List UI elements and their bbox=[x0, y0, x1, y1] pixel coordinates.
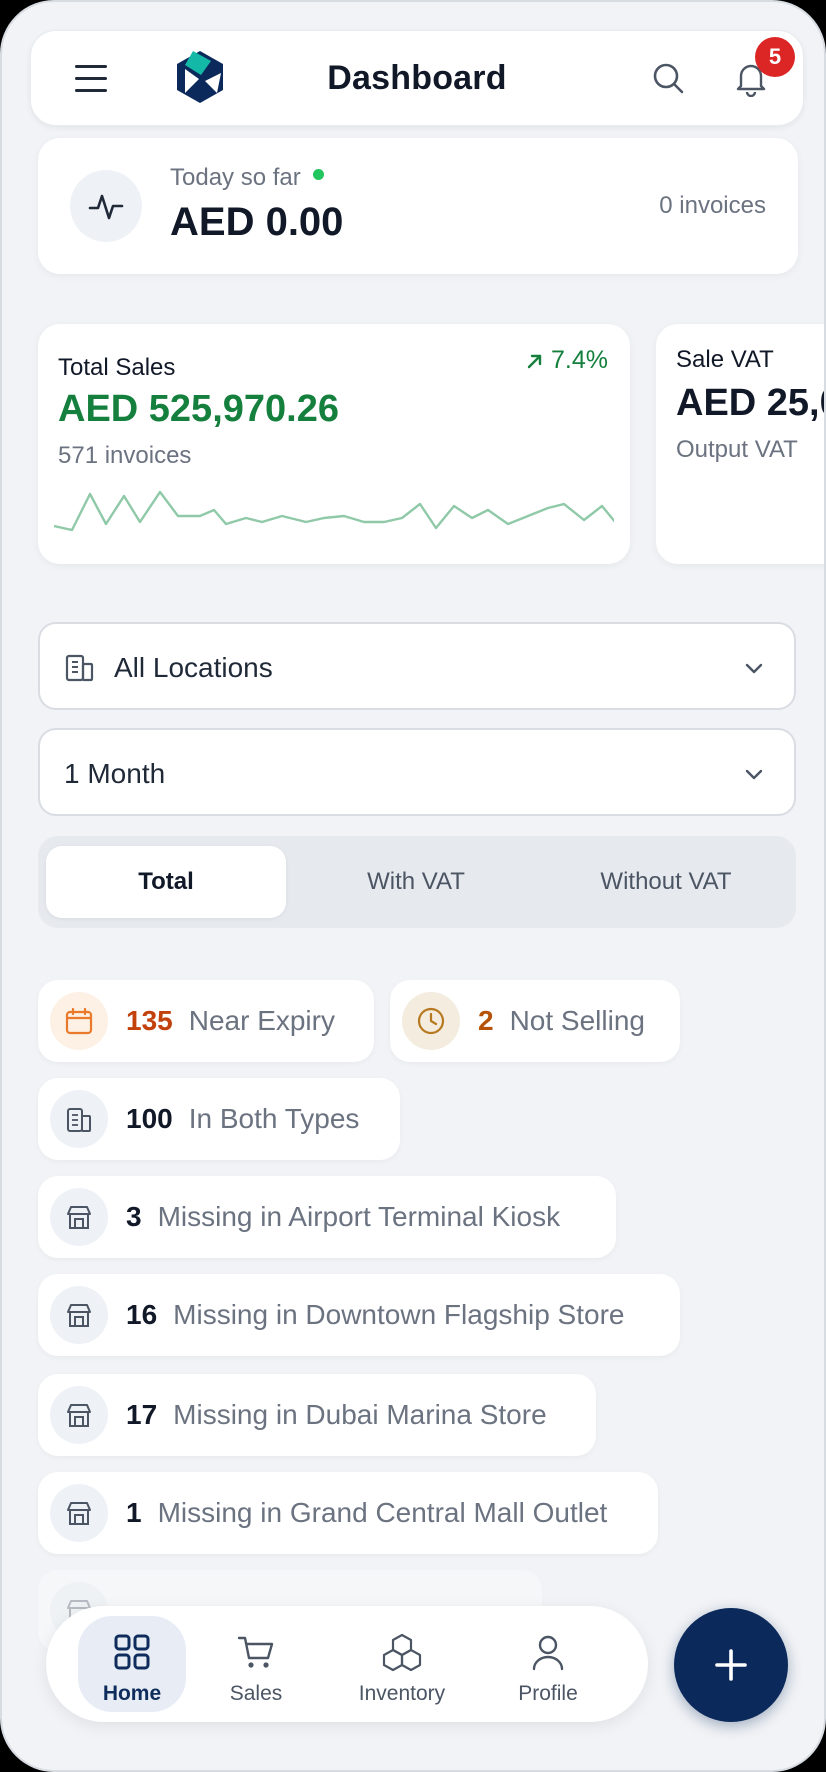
live-indicator bbox=[312, 169, 324, 181]
both-types-chip[interactable]: 100 In Both Types bbox=[38, 1078, 400, 1160]
notification-badge: 5 bbox=[755, 37, 795, 77]
nav-sales[interactable]: Sales bbox=[202, 1616, 310, 1712]
period-select[interactable]: 1 Month bbox=[38, 728, 796, 816]
near-expiry-chip[interactable]: 135 Near Expiry bbox=[38, 980, 374, 1062]
store-icon bbox=[50, 1484, 108, 1542]
location-select[interactable]: All Locations bbox=[38, 622, 796, 710]
segment-with-vat[interactable]: With VAT bbox=[296, 846, 536, 918]
trend-badge: 7.4% bbox=[525, 346, 608, 375]
add-fab-button[interactable] bbox=[674, 1608, 788, 1722]
chip-count: 16 bbox=[126, 1299, 158, 1330]
chip-count: 135 bbox=[126, 1005, 173, 1036]
vat-segmented-control: Total With VAT Without VAT bbox=[38, 836, 796, 928]
missing-location-chip[interactable]: 3 Missing in Airport Terminal Kiosk bbox=[38, 1176, 616, 1258]
chip-label: Missing in Downtown Flagship Store bbox=[173, 1299, 625, 1330]
today-amount: AED 0.00 bbox=[170, 200, 344, 244]
location-value: All Locations bbox=[114, 652, 273, 683]
card-amount: AED 525,970.26 bbox=[58, 388, 339, 430]
missing-location-chip[interactable]: 17 Missing in Dubai Marina Store bbox=[38, 1374, 596, 1456]
store-icon bbox=[50, 1386, 108, 1444]
card-label: Total Sales bbox=[58, 354, 176, 381]
search-icon[interactable] bbox=[651, 61, 687, 97]
store-icon bbox=[50, 1188, 108, 1246]
chip-count: 17 bbox=[126, 1399, 158, 1430]
pulse-icon bbox=[70, 170, 142, 242]
today-label: Today so far bbox=[170, 164, 324, 192]
card-label: Sale VAT bbox=[676, 346, 774, 373]
plus-icon bbox=[715, 1649, 747, 1681]
not-selling-chip[interactable]: 2 Not Selling bbox=[390, 980, 680, 1062]
total-sales-card[interactable]: Total Sales 7.4% AED 525,970.26 571 invo… bbox=[38, 324, 630, 564]
store-icon bbox=[50, 1286, 108, 1344]
nav-label: Home bbox=[102, 1682, 162, 1705]
chip-count: 1 bbox=[126, 1497, 142, 1528]
period-value: 1 Month bbox=[64, 758, 166, 789]
card-subtext: Output VAT bbox=[676, 436, 798, 463]
chevron-down-icon bbox=[742, 656, 766, 685]
trend-up-icon bbox=[527, 355, 542, 369]
sale-vat-card[interactable]: Sale VAT AED 25,0 Output VAT bbox=[656, 324, 826, 564]
today-invoice-count: 0 invoices bbox=[659, 192, 766, 219]
missing-location-chip[interactable]: 16 Missing in Downtown Flagship Store bbox=[38, 1274, 680, 1356]
boxes-icon bbox=[382, 1633, 422, 1672]
nav-label: Profile bbox=[518, 1682, 578, 1705]
nav-label: Sales bbox=[229, 1682, 283, 1705]
chip-label: Missing in Grand Central Mall Outlet bbox=[157, 1497, 608, 1528]
today-summary-card: Today so far AED 0.00 0 invoices bbox=[38, 138, 798, 274]
nav-profile[interactable]: Profile bbox=[494, 1616, 602, 1712]
chip-label: In Both Types bbox=[188, 1103, 360, 1134]
chip-count: 3 bbox=[126, 1201, 142, 1232]
sales-sparkline bbox=[54, 490, 614, 532]
nav-label: Inventory bbox=[358, 1682, 446, 1705]
chip-count: 2 bbox=[478, 1005, 494, 1036]
segment-total[interactable]: Total bbox=[46, 846, 286, 918]
chip-label: Missing in Dubai Marina Store bbox=[173, 1399, 547, 1430]
chip-label: Not Selling bbox=[509, 1005, 645, 1036]
top-bar: Dashboard 5 bbox=[30, 30, 804, 126]
home-grid-icon bbox=[114, 1634, 150, 1670]
bottom-navigation: Home Sales Inventory Profile bbox=[46, 1606, 648, 1722]
chevron-down-icon bbox=[742, 762, 766, 791]
nav-home[interactable]: Home bbox=[78, 1616, 186, 1712]
app-screen: Dashboard 5 Today so far AED 0.00 0 invo… bbox=[0, 0, 826, 1772]
user-icon bbox=[532, 1635, 564, 1671]
chip-count: 100 bbox=[126, 1103, 173, 1134]
building-icon bbox=[62, 650, 96, 689]
building-icon bbox=[50, 1090, 108, 1148]
missing-location-chip[interactable]: 1 Missing in Grand Central Mall Outlet bbox=[38, 1472, 658, 1554]
page-title: Dashboard bbox=[327, 59, 507, 97]
cart-icon bbox=[237, 1636, 274, 1668]
calendar-icon bbox=[50, 992, 108, 1050]
segment-without-vat[interactable]: Without VAT bbox=[546, 846, 786, 918]
nav-inventory[interactable]: Inventory bbox=[348, 1616, 456, 1712]
card-subtext: 571 invoices bbox=[58, 442, 192, 469]
clock-icon bbox=[402, 992, 460, 1050]
chip-label: Missing in Airport Terminal Kiosk bbox=[157, 1201, 561, 1232]
chip-label: Near Expiry bbox=[188, 1005, 335, 1036]
card-amount: AED 25,0 bbox=[676, 382, 826, 424]
